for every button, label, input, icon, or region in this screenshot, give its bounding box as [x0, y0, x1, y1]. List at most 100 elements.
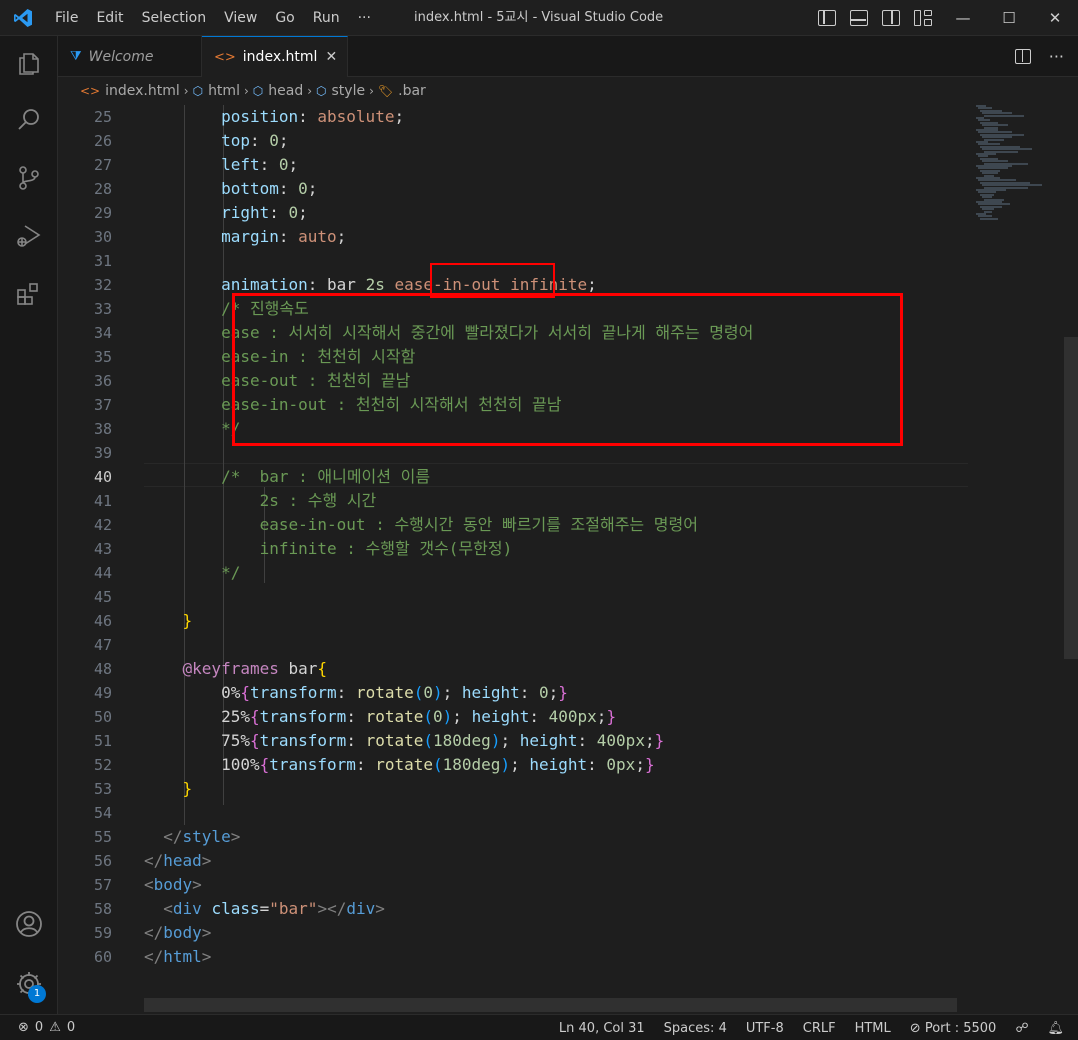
minimize-button[interactable]: — [940, 0, 986, 36]
code-token: 0 [269, 131, 279, 150]
breadcrumb-style[interactable]: ⬡ style [316, 83, 365, 99]
code-token: : [346, 731, 366, 750]
horizontal-scrollbar[interactable] [144, 998, 957, 1012]
breadcrumb-file[interactable]: <> index.html [80, 83, 180, 99]
close-tab-icon[interactable]: ✕ [325, 49, 337, 65]
menu-item[interactable]: Edit [87, 0, 132, 36]
breadcrumb-selector[interactable]: 🏷 .bar [378, 83, 426, 99]
minimap[interactable] [970, 105, 1066, 1014]
code-token: ; [307, 179, 318, 198]
line-text: margin: auto; [144, 225, 346, 249]
feedback-icon[interactable]: ☍ [1015, 1021, 1028, 1036]
code-token: right [144, 203, 270, 222]
code-token: bottom [144, 179, 279, 198]
code-token: 100% [144, 755, 260, 774]
breadcrumb-head[interactable]: ⬡ head [253, 83, 303, 99]
line-number: 51 [93, 732, 112, 750]
extensions-icon[interactable] [13, 278, 45, 310]
code-token: { [240, 683, 250, 702]
vertical-scrollbar[interactable] [1064, 337, 1078, 659]
accounts-icon[interactable] [13, 908, 45, 940]
code-token: : [269, 203, 289, 222]
code-line: 43 infinite : 수행할 갯수(무한정) [58, 537, 968, 561]
problems-indicator[interactable]: ⊗ 0 ⚠ 0 [18, 1015, 75, 1040]
code-token: height [519, 731, 578, 750]
more-actions-icon[interactable]: ··· [1049, 47, 1064, 66]
code-token: } [654, 731, 665, 750]
notifications-bell-icon[interactable]: 🔔︎ [1047, 1021, 1064, 1036]
line-text: } [144, 777, 193, 801]
menu-item[interactable]: Run [304, 0, 349, 36]
cursor-position[interactable]: Ln 40, Col 31 [559, 1021, 645, 1036]
element-icon: ⬡ [192, 84, 204, 98]
code-token: </ [144, 947, 164, 966]
code-token: position [144, 107, 299, 126]
code-line: 41 2s : 수행 시간 [58, 489, 968, 513]
menu-item[interactable]: File [46, 0, 87, 36]
code-token: rotate [365, 707, 424, 726]
title-bar: File Edit Selection View Go Run ··· index.html… [0, 0, 1078, 36]
menu-item[interactable]: Selection [133, 0, 216, 36]
run-debug-icon[interactable] [13, 220, 45, 252]
code-token: html [163, 947, 202, 966]
code-token: > [201, 947, 212, 966]
code-token: : [249, 131, 270, 150]
tab-index-html[interactable]: <> index.html ✕ [202, 36, 348, 77]
code-token: animation [144, 275, 308, 294]
code-token: "bar" [269, 899, 318, 918]
line-number: 29 [93, 204, 112, 222]
code-token: height [461, 683, 520, 702]
end-of-line[interactable]: CRLF [803, 1021, 836, 1036]
code-token: : [519, 683, 539, 702]
status-bar: ⊗ 0 ⚠ 0 Ln 40, Col 31 Spaces: 4 UTF-8 CRLF… [0, 1014, 1078, 1040]
tab-welcome[interactable]: ⧩ Welcome [58, 36, 202, 77]
code-token: = [259, 899, 270, 918]
line-number: 39 [93, 444, 112, 462]
code-token: ; [596, 707, 607, 726]
split-editor-icon[interactable] [1014, 49, 1031, 64]
search-icon[interactable] [13, 104, 45, 136]
code-token: } [182, 611, 193, 630]
element-icon: ⬡ [252, 84, 264, 98]
code-token: body [153, 875, 193, 894]
breadcrumb-html[interactable]: ⬡ html [193, 83, 240, 99]
line-text: 0%{transform: rotate(0); height: 0;} [144, 681, 568, 705]
menu-item[interactable]: ··· [349, 0, 380, 36]
code-token: } [182, 779, 193, 798]
code-token: left [144, 155, 260, 174]
source-control-icon[interactable] [13, 162, 45, 194]
line-number: 50 [93, 708, 112, 726]
line-number: 56 [93, 852, 112, 870]
code-token: @keyframes [144, 659, 279, 678]
line-number: 59 [93, 924, 112, 942]
line-number: 47 [93, 636, 112, 654]
line-number: 38 [93, 420, 112, 438]
encoding[interactable]: UTF-8 [746, 1021, 784, 1036]
customize-layout-icon[interactable] [914, 10, 932, 26]
toggle-secondary-sidebar-icon[interactable] [882, 10, 900, 26]
maximize-button[interactable]: ☐ [986, 0, 1032, 36]
explorer-icon[interactable] [13, 48, 45, 80]
toggle-primary-sidebar-icon[interactable] [818, 10, 836, 26]
code-token: ) [490, 731, 501, 750]
line-number: 60 [93, 948, 112, 966]
element-icon: ⬡ [316, 84, 327, 98]
code-token: > [192, 875, 202, 894]
indentation[interactable]: Spaces: 4 [664, 1021, 727, 1036]
code-token: 400px [548, 707, 597, 726]
chevron-right-icon: › [243, 84, 249, 98]
line-number: 46 [93, 612, 112, 630]
minimap-line [980, 217, 998, 220]
live-server-port[interactable]: ⊘ Port : 5500 [910, 1021, 997, 1036]
code-token: ; [635, 755, 645, 774]
close-window-button[interactable]: ✕ [1032, 0, 1078, 36]
language-mode[interactable]: HTML [855, 1021, 891, 1036]
line-number: 40 [93, 468, 112, 486]
code-token: height [471, 707, 530, 726]
menu-bar: File Edit Selection View Go Run ··· [46, 0, 380, 36]
toggle-panel-icon[interactable] [850, 10, 868, 26]
menu-item[interactable]: Go [266, 0, 303, 36]
menu-item[interactable]: View [215, 0, 266, 36]
code-editor[interactable]: 25 position: absolute; 26 top: 0; 27 left:… [58, 105, 1078, 1014]
